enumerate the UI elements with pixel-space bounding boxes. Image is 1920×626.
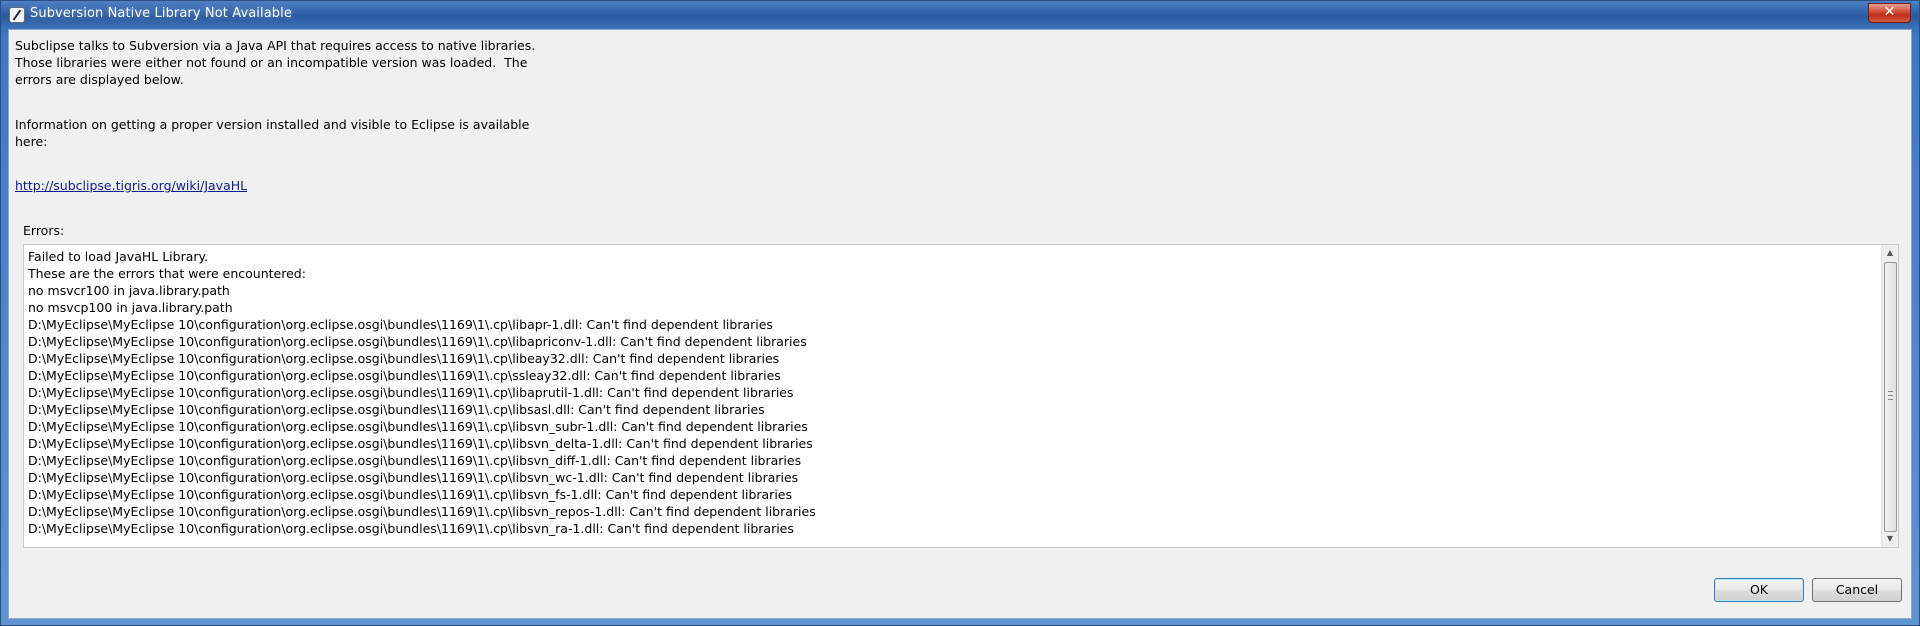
- close-button[interactable]: ✕: [1868, 3, 1911, 23]
- cancel-button[interactable]: Cancel: [1812, 578, 1902, 602]
- errors-text: Failed to load JavaHL Library. These are …: [28, 248, 1878, 537]
- message-line-2: Those libraries were either not found or…: [15, 55, 528, 70]
- window-title: Subversion Native Library Not Available: [30, 6, 292, 21]
- scrollbar-thumb[interactable]: [1884, 262, 1897, 532]
- message-line-1: Subclipse talks to Subversion via a Java…: [15, 38, 536, 53]
- error-line: D:\MyEclipse\MyEclipse 10\configuration\…: [28, 334, 807, 349]
- error-line: D:\MyEclipse\MyEclipse 10\configuration\…: [28, 487, 792, 502]
- error-line: D:\MyEclipse\MyEclipse 10\configuration\…: [28, 351, 780, 366]
- error-line: D:\MyEclipse\MyEclipse 10\configuration\…: [28, 385, 794, 400]
- message-line-5: here:: [15, 134, 48, 149]
- subclipse-app-icon: [9, 7, 25, 23]
- error-line: no msvcp100 in java.library.path: [28, 300, 233, 315]
- javahl-wiki-link[interactable]: http://subclipse.tigris.org/wiki/JavaHL: [15, 178, 247, 193]
- dialog-window: Subversion Native Library Not Available …: [0, 0, 1920, 626]
- errors-text-area[interactable]: Failed to load JavaHL Library. These are …: [23, 244, 1899, 548]
- error-line: D:\MyEclipse\MyEclipse 10\configuration\…: [28, 317, 773, 332]
- message-line-4: Information on getting a proper version …: [15, 117, 530, 132]
- error-line: D:\MyEclipse\MyEclipse 10\configuration\…: [28, 504, 816, 519]
- error-line: D:\MyEclipse\MyEclipse 10\configuration\…: [28, 453, 802, 468]
- error-line: D:\MyEclipse\MyEclipse 10\configuration\…: [28, 419, 808, 434]
- errors-label: Errors:: [23, 223, 65, 238]
- error-line: D:\MyEclipse\MyEclipse 10\configuration\…: [28, 402, 765, 417]
- message-line-3: errors are displayed below.: [15, 72, 184, 87]
- error-line: D:\MyEclipse\MyEclipse 10\configuration\…: [28, 521, 794, 536]
- dialog-body: Subclipse talks to Subversion via a Java…: [8, 29, 1912, 619]
- scroll-down-arrow-icon[interactable]: ▼: [1882, 531, 1898, 547]
- ok-button[interactable]: OK: [1714, 578, 1804, 602]
- scrollbar-grip-icon: [1888, 391, 1893, 400]
- error-line: D:\MyEclipse\MyEclipse 10\configuration\…: [28, 470, 799, 485]
- title-bar[interactable]: Subversion Native Library Not Available …: [1, 1, 1919, 29]
- vertical-scrollbar[interactable]: ▲ ▼: [1881, 245, 1898, 547]
- error-line: These are the errors that were encounter…: [28, 266, 306, 281]
- error-line: D:\MyEclipse\MyEclipse 10\configuration\…: [28, 368, 781, 383]
- error-line: D:\MyEclipse\MyEclipse 10\configuration\…: [28, 436, 813, 451]
- scroll-up-arrow-icon[interactable]: ▲: [1882, 245, 1898, 261]
- error-line: no msvcr100 in java.library.path: [28, 283, 230, 298]
- error-line: Failed to load JavaHL Library.: [28, 249, 209, 264]
